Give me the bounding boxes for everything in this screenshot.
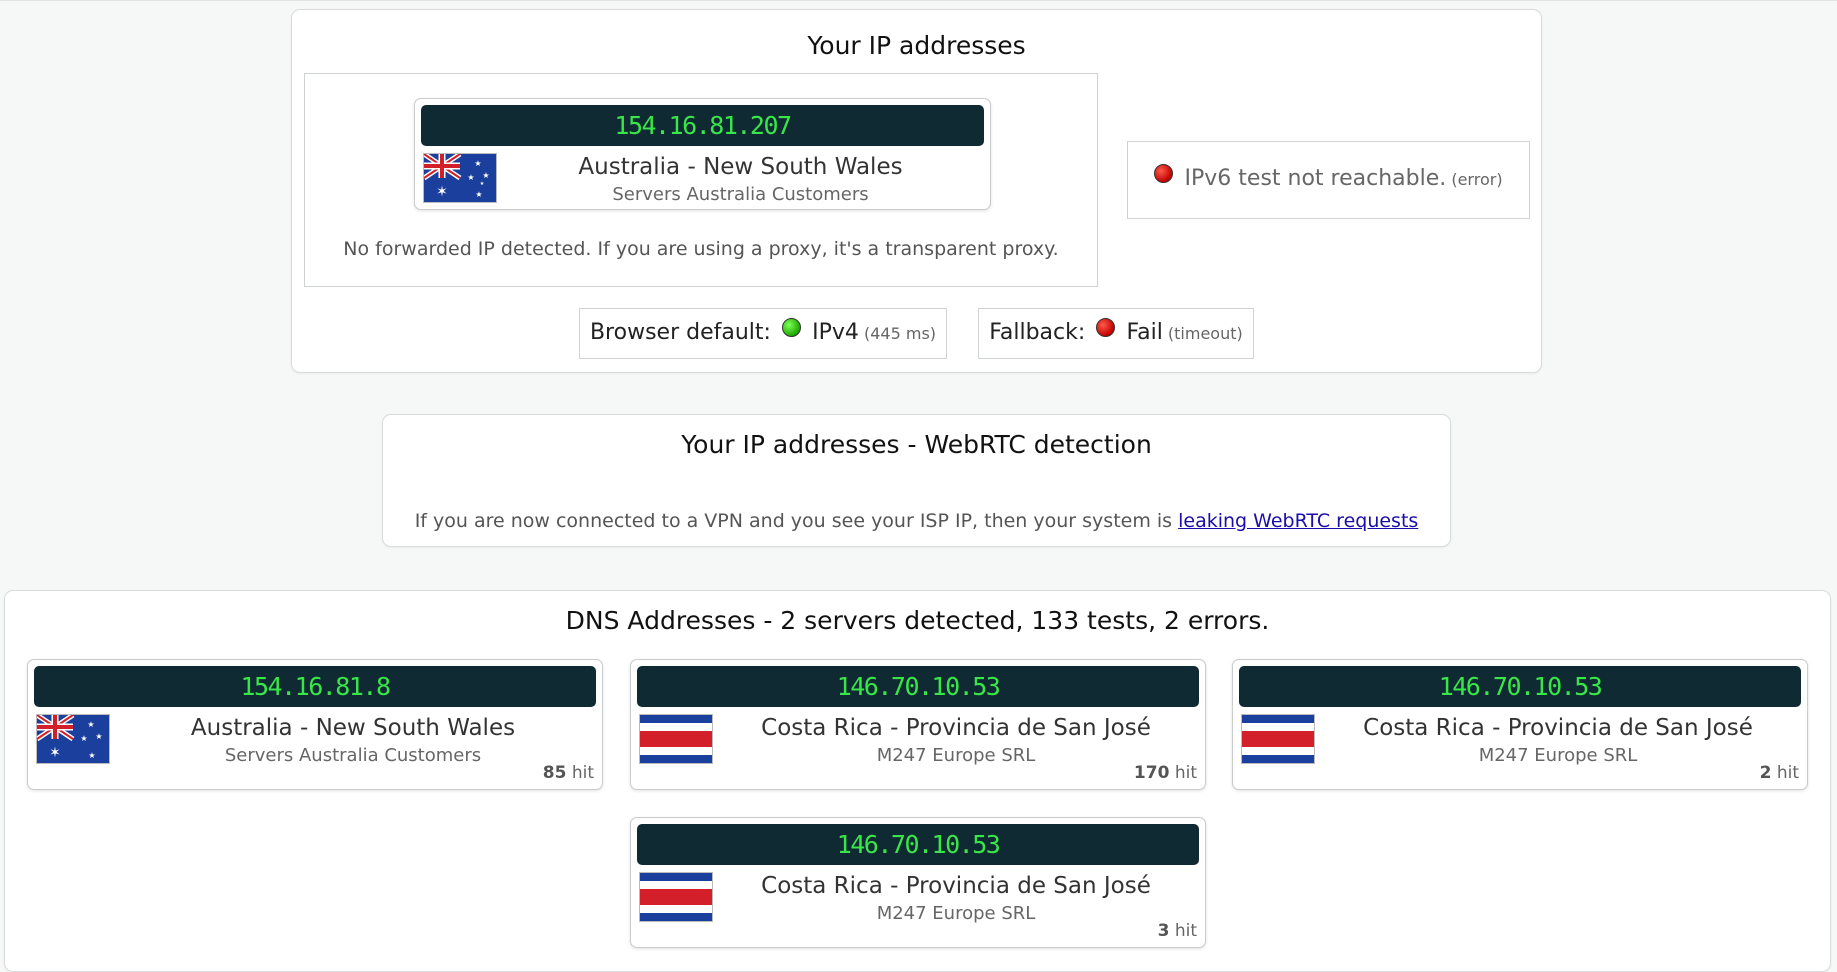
fallback-detail: (timeout) — [1167, 324, 1243, 343]
australia-flag-icon: ✶ ★ ★ ★ ★ — [36, 714, 110, 764]
panel-title: Your IP addresses - WebRTC detection — [681, 430, 1152, 459]
hit-number: 85 — [542, 763, 567, 783]
svg-text:★: ★ — [95, 732, 102, 741]
browser-default-label: Browser default: — [589, 320, 771, 345]
ip-address: 154.16.81.207 — [421, 105, 984, 146]
svg-text:★: ★ — [87, 720, 94, 729]
webrtc-leak-link[interactable]: leaking WebRTC requests — [1178, 510, 1418, 532]
dns-server-card: 146.70.10.53 Costa Rica - Provincia de S… — [1232, 659, 1808, 790]
browser-default-value: IPv4 — [812, 320, 859, 345]
hit-suffix: hit — [1174, 763, 1197, 783]
costa-rica-flag-icon — [639, 872, 713, 922]
hit-number: 2 — [1759, 763, 1772, 783]
hit-suffix: hit — [1776, 763, 1799, 783]
svg-text:★: ★ — [467, 173, 474, 182]
svg-text:★: ★ — [480, 181, 485, 187]
dns-location: Costa Rica - Provincia de San José — [761, 873, 1151, 899]
hit-number: 3 — [1157, 921, 1170, 941]
ipv4-box: 154.16.81.207 ✶ ★ ★ ★ ★ ★ Australia - Ne… — [304, 73, 1098, 287]
australia-flag-icon: ✶ ★ ★ ★ ★ ★ — [423, 153, 497, 203]
hit-count: 3 hit — [1158, 921, 1197, 941]
hit-count: 170 hit — [1134, 763, 1197, 783]
error-status-icon — [1154, 164, 1174, 183]
webrtc-note: If you are now connected to a VPN and yo… — [383, 510, 1450, 532]
ipv6-box: IPv6 test not reachable. (error) — [1127, 141, 1530, 219]
dns-panel: DNS Addresses - 2 servers detected, 133 … — [4, 590, 1831, 972]
svg-text:✶: ✶ — [49, 745, 61, 761]
dns-isp: M247 Europe SRL — [876, 903, 1036, 924]
costa-rica-flag-icon — [1241, 714, 1315, 764]
panel-title: DNS Addresses - 2 servers detected, 133 … — [565, 606, 1270, 635]
svg-text:★: ★ — [475, 190, 482, 199]
svg-text:✶: ✶ — [436, 184, 448, 200]
dns-location: Australia - New South Wales — [190, 715, 516, 741]
dns-location: Costa Rica - Provincia de San José — [1363, 715, 1753, 741]
ok-status-icon — [782, 318, 802, 337]
webrtc-panel: Your IP addresses - WebRTC detection If … — [382, 414, 1451, 547]
dns-server-card: 146.70.10.53 Costa Rica - Provincia de S… — [630, 817, 1206, 948]
dns-isp: Servers Australia Customers — [224, 745, 482, 766]
panel-title: Your IP addresses — [807, 31, 1026, 60]
hit-count: 2 hit — [1760, 763, 1799, 783]
fallback-value: Fail — [1126, 320, 1163, 345]
svg-text:★: ★ — [80, 734, 87, 743]
hit-number: 170 — [1133, 763, 1170, 783]
dns-ip-address: 146.70.10.53 — [637, 666, 1199, 707]
ipv4-card: 154.16.81.207 ✶ ★ ★ ★ ★ ★ Australia - Ne… — [414, 98, 991, 210]
hit-suffix: hit — [571, 763, 594, 783]
forwarded-ip-note: No forwarded IP detected. If you are usi… — [343, 238, 1059, 260]
ip-isp: Servers Australia Customers — [612, 184, 869, 205]
webrtc-note-text: If you are now connected to a VPN and yo… — [414, 510, 1173, 532]
hit-count: 85 hit — [543, 763, 594, 783]
svg-text:★: ★ — [474, 159, 481, 168]
dns-server-card: 154.16.81.8 ✶ ★ ★ ★ ★ Australia - New So… — [27, 659, 603, 790]
dns-ip-address: 154.16.81.8 — [34, 666, 596, 707]
hit-suffix: hit — [1174, 921, 1197, 941]
svg-text:★: ★ — [88, 751, 95, 760]
fallback-box: Fallback: Fail (timeout) — [978, 308, 1254, 359]
svg-text:★: ★ — [482, 171, 489, 180]
dns-ip-address: 146.70.10.53 — [1239, 666, 1801, 707]
fallback-label: Fallback: — [989, 320, 1086, 345]
ipv6-status: (error) — [1451, 170, 1503, 189]
browser-default-box: Browser default: IPv4 (445 ms) — [579, 308, 947, 359]
dns-isp: M247 Europe SRL — [876, 745, 1036, 766]
ip-location: Australia - New South Wales — [578, 154, 903, 180]
error-status-icon — [1096, 318, 1116, 337]
dns-location: Costa Rica - Provincia de San José — [761, 715, 1151, 741]
ipv6-message: IPv6 test not reachable. — [1184, 166, 1447, 191]
dns-ip-address: 146.70.10.53 — [637, 824, 1199, 865]
costa-rica-flag-icon — [639, 714, 713, 764]
dns-server-card: 146.70.10.53 Costa Rica - Provincia de S… — [630, 659, 1206, 790]
browser-default-detail: (445 ms) — [864, 324, 937, 343]
top-divider — [0, 0, 1837, 1]
ip-addresses-panel: Your IP addresses 154.16.81.207 ✶ ★ ★ ★ … — [291, 9, 1542, 373]
dns-isp: M247 Europe SRL — [1478, 745, 1638, 766]
